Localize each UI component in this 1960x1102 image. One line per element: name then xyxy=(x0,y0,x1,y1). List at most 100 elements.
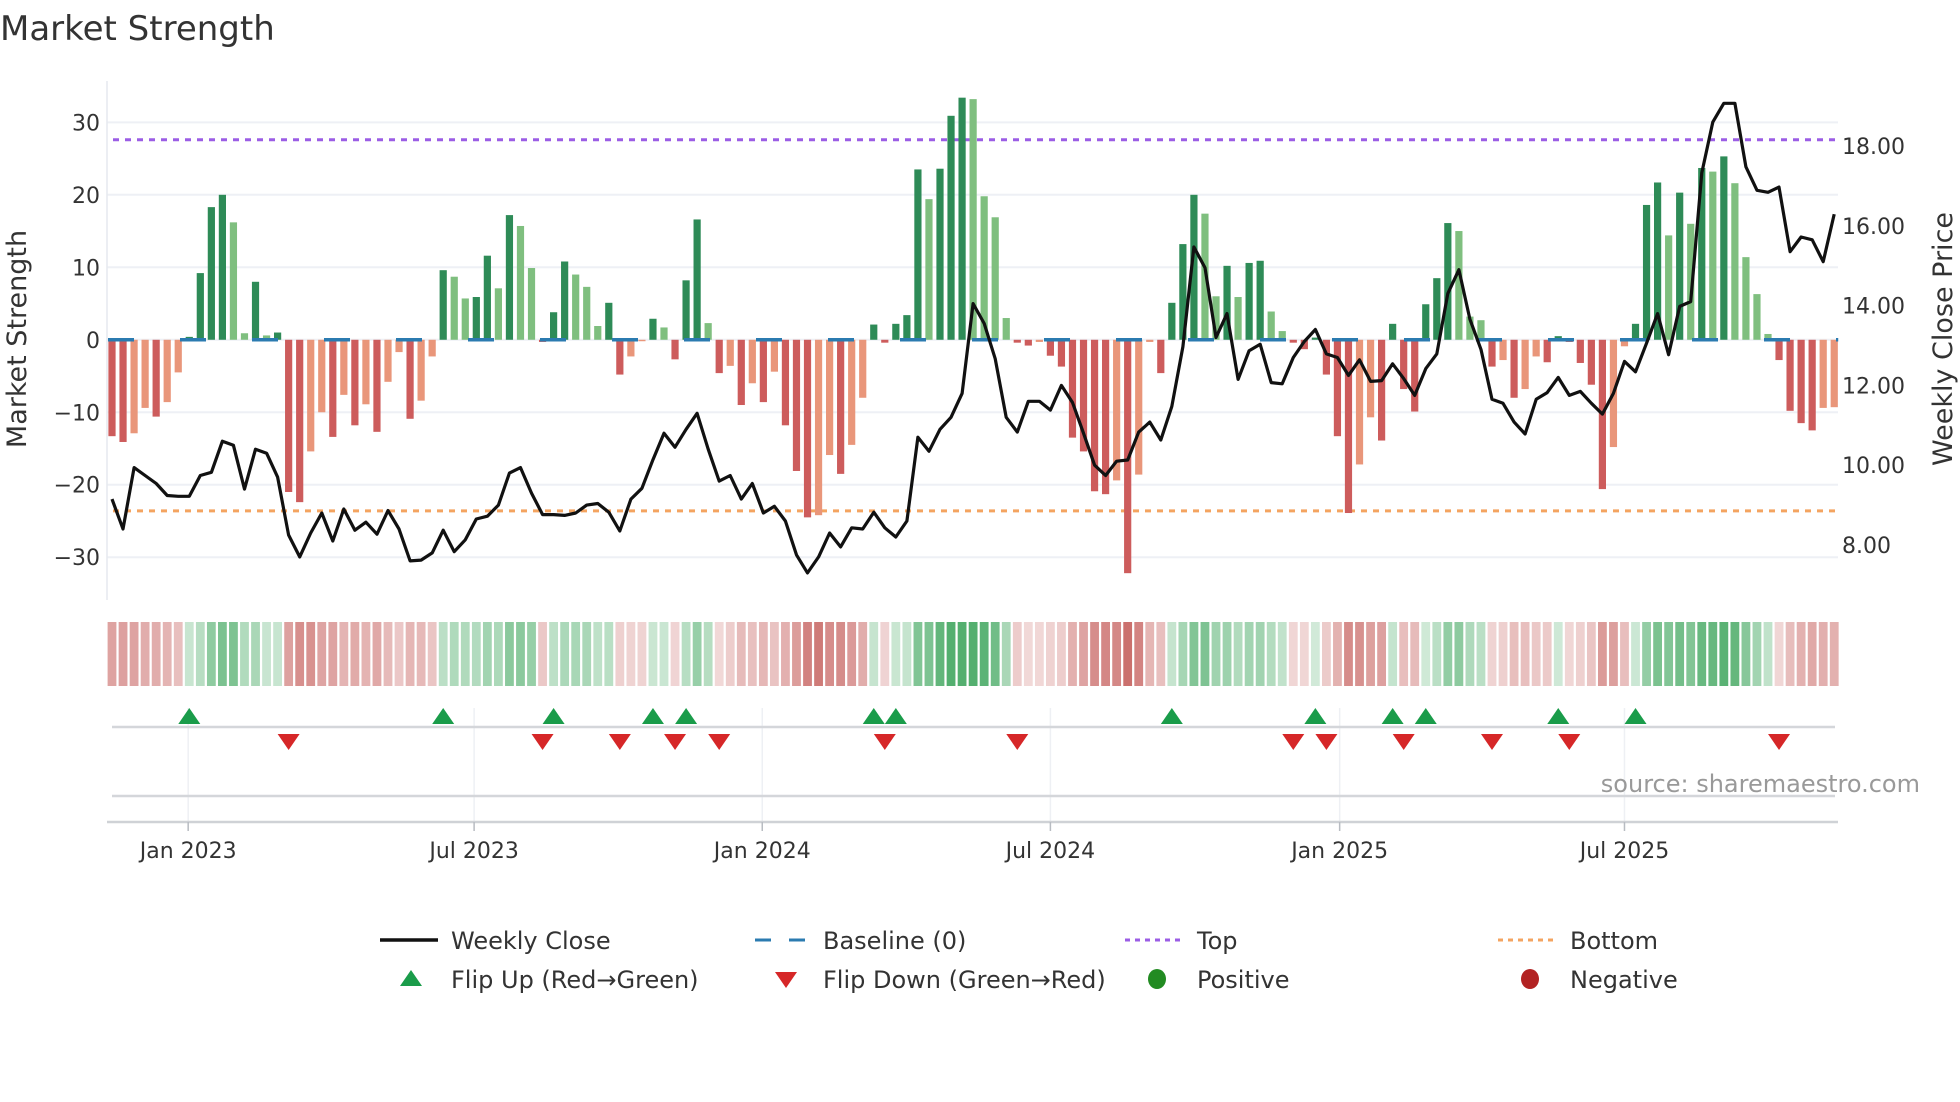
bar-negative xyxy=(803,339,812,518)
heat-cell xyxy=(781,622,790,686)
flip-up-marker xyxy=(641,708,664,724)
bar-negative xyxy=(1830,339,1838,408)
flip-down-marker xyxy=(608,734,631,750)
heat-cell xyxy=(1046,622,1055,686)
heat-cell xyxy=(118,622,128,686)
heat-cell xyxy=(692,622,702,686)
heat-cell xyxy=(725,622,735,686)
heat-cell xyxy=(1112,622,1122,686)
bar-negative xyxy=(296,339,304,503)
bar-negative xyxy=(814,339,823,516)
heat-cell xyxy=(1675,622,1685,686)
heat-cell xyxy=(847,622,857,686)
bar-positive xyxy=(516,225,525,340)
flip-down-marker xyxy=(1006,734,1029,750)
heat-cell xyxy=(792,622,801,686)
y-right-tick-label: 12.00 xyxy=(1842,374,1905,399)
heat-cell xyxy=(1355,622,1364,686)
strength-heat-strip xyxy=(107,622,1839,686)
heat-cell xyxy=(935,622,945,686)
heat-cell xyxy=(1454,622,1464,686)
bar-positive xyxy=(1245,262,1253,340)
bar-negative xyxy=(119,339,127,442)
bar-negative xyxy=(616,339,624,375)
heat-cell xyxy=(1222,622,1232,686)
legend-label: Flip Up (Red→Green) xyxy=(451,966,699,994)
heat-cell xyxy=(1553,622,1563,686)
axes: 30 20 10 0 −10 −20 −30 8.00 10.00 12.00 14.00 16.00… xyxy=(54,81,1905,864)
legend-label: Positive xyxy=(1197,966,1290,994)
flip-markers xyxy=(178,708,1791,750)
bar-negative xyxy=(837,339,845,474)
bar-negative xyxy=(1510,339,1518,398)
heat-cell xyxy=(825,622,834,686)
bar-positive xyxy=(483,255,491,340)
heat-cell xyxy=(637,622,647,686)
flip-up-marker xyxy=(1160,708,1183,724)
flip-down-marker xyxy=(1558,734,1581,750)
heat-cell xyxy=(1310,622,1320,686)
bar-negative xyxy=(318,339,326,413)
bar-negative xyxy=(1157,339,1165,374)
bar-positive xyxy=(207,207,215,340)
heat-cell xyxy=(902,622,912,686)
heat-cell xyxy=(869,622,879,686)
heat-cell xyxy=(383,622,393,686)
heat-cell xyxy=(858,622,868,686)
bar-negative xyxy=(1046,339,1054,356)
heat-cell xyxy=(218,622,227,686)
heat-cell xyxy=(184,622,194,686)
heat-cell xyxy=(924,622,934,686)
bar-negative xyxy=(428,339,436,357)
flip-down-marker xyxy=(1481,734,1503,750)
heat-cell xyxy=(1520,622,1530,686)
bar-positive xyxy=(1709,171,1717,340)
bar-positive xyxy=(505,215,514,340)
heat-cell xyxy=(1288,622,1298,686)
bar-positive xyxy=(605,302,613,340)
legend-label: Negative xyxy=(1570,966,1678,994)
heat-cell xyxy=(1090,622,1099,686)
bar-positive xyxy=(704,323,712,340)
heat-cell xyxy=(1829,622,1839,686)
bar-positive xyxy=(1267,311,1275,340)
bar-negative xyxy=(1057,339,1066,367)
x-tick-label: Jan 2025 xyxy=(1289,839,1388,864)
heat-cell xyxy=(1421,622,1431,686)
heat-cell xyxy=(1774,622,1784,686)
heat-cell xyxy=(1299,622,1309,686)
heat-cell xyxy=(736,622,746,686)
bar-negative xyxy=(1135,339,1143,475)
flip-up-marker xyxy=(1381,708,1404,724)
bar-positive xyxy=(1433,278,1441,340)
bar-positive xyxy=(251,281,260,340)
positive-circle-icon xyxy=(1148,969,1166,989)
heat-cell xyxy=(1542,622,1552,686)
y-tick-label: 10 xyxy=(72,256,100,281)
heat-cell xyxy=(549,622,558,686)
bar-positive xyxy=(594,326,602,340)
bar-positive xyxy=(958,97,966,340)
bar-positive xyxy=(1753,294,1761,340)
heat-cell xyxy=(1487,622,1497,686)
bar-negative xyxy=(340,339,348,395)
legend-label: Weekly Close xyxy=(451,927,611,955)
bar-positive xyxy=(1422,304,1430,340)
y-right-tick-label: 16.00 xyxy=(1842,215,1905,240)
heat-cell xyxy=(1023,622,1033,686)
bar-positive xyxy=(472,297,480,340)
bar-positive xyxy=(1742,257,1750,340)
bar-negative xyxy=(362,339,370,405)
heat-cell xyxy=(814,622,823,686)
legend-label: Flip Down (Green→Red) xyxy=(823,966,1106,994)
bar-negative xyxy=(759,339,767,403)
bar-negative xyxy=(351,339,359,426)
bar-negative xyxy=(748,339,756,384)
heat-cell xyxy=(306,622,316,686)
bar-negative xyxy=(1819,339,1827,408)
bar-negative xyxy=(1411,339,1419,412)
bar-negative xyxy=(329,339,337,437)
heat-cell xyxy=(1388,622,1398,686)
heat-cell xyxy=(1079,622,1088,686)
flip-up-marker xyxy=(1624,708,1647,724)
